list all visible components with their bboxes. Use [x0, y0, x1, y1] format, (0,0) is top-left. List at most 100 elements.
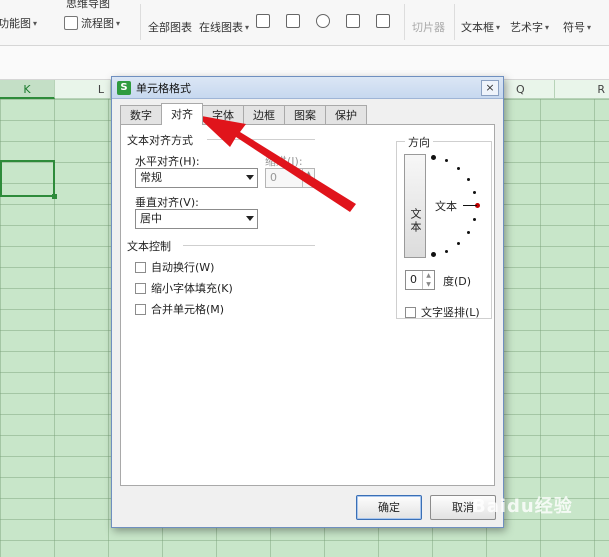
- wordart-button[interactable]: 艺术字 ▾: [510, 14, 549, 40]
- flowchart-icon: [64, 16, 78, 30]
- dial-mark: [445, 159, 448, 162]
- dropdown-arrow-icon: ▾: [587, 22, 592, 32]
- column-header-q[interactable]: Q: [504, 80, 555, 99]
- indent-value: 0: [270, 171, 277, 184]
- merge-cells-checkbox[interactable]: 合并单元格(M): [135, 301, 224, 317]
- vertical-text-label: 文字竖排(L): [421, 306, 480, 319]
- degree-value: 0: [410, 273, 417, 286]
- ok-button[interactable]: 确定: [356, 495, 422, 520]
- checkbox-box[interactable]: [135, 261, 146, 273]
- scatter-chart-icon[interactable]: [346, 14, 360, 28]
- active-cell[interactable]: [0, 160, 57, 199]
- vertical-align-label: 垂直对齐(V):: [135, 196, 199, 209]
- ribbon-separator: [454, 4, 455, 40]
- dial-mark: [467, 178, 470, 181]
- line-chart-icon[interactable]: [256, 14, 270, 28]
- orientation-group: 方向 文本 文本 0 ▲ ▼ 度(D) 文字竖排(L): [396, 134, 492, 320]
- function-chart-button[interactable]: 功能图 ▾: [0, 10, 37, 36]
- dial-mark: [431, 155, 436, 160]
- up-arrow-icon: ▲: [306, 170, 311, 177]
- ribbon-separator: [140, 4, 141, 40]
- indent-label: 缩进(I):: [265, 155, 303, 168]
- horizontal-align-label: 水平对齐(H):: [135, 155, 200, 168]
- wps-app-icon: S: [117, 80, 131, 95]
- wordart-label: 艺术字: [510, 21, 543, 34]
- spinner-arrows[interactable]: ▲ ▼: [422, 271, 434, 289]
- dial-line: [463, 205, 477, 206]
- wrap-text-label: 自动换行(W): [151, 261, 215, 274]
- chevron-down-icon: [246, 216, 254, 221]
- alignment-panel: 文本对齐方式 水平对齐(H): 常规 缩进(I): 0 ▲ ▼ 垂直对齐(V): …: [120, 124, 495, 486]
- column-header-r[interactable]: R: [555, 80, 609, 99]
- vertical-align-select[interactable]: 居中: [135, 209, 258, 229]
- watermark-text: Baidu经验: [472, 496, 573, 517]
- dialog-titlebar[interactable]: S 单元格格式 ×: [112, 77, 503, 99]
- column-label: Q: [516, 83, 525, 96]
- ribbon-separator: [404, 4, 405, 40]
- down-arrow-icon: ▼: [306, 179, 311, 186]
- all-charts-button[interactable]: 全部图表: [148, 14, 192, 40]
- all-charts-label: 全部图表: [148, 21, 192, 34]
- bar-chart-icon[interactable]: [286, 14, 300, 28]
- checkbox-box[interactable]: [135, 282, 146, 294]
- dialog-title: 单元格格式: [136, 81, 191, 95]
- format-cells-dialog: S 单元格格式 × 数字 对齐 字体 边框 图案 保护 文本对齐方式 水平对齐(…: [111, 76, 504, 528]
- dropdown-arrow-icon: ▾: [33, 18, 38, 28]
- divider: [207, 139, 315, 140]
- down-arrow-icon: ▼: [426, 281, 431, 288]
- close-button[interactable]: ×: [481, 80, 499, 96]
- degree-spinner[interactable]: 0 ▲ ▼: [405, 270, 435, 290]
- orientation-dial[interactable]: 文本: [431, 154, 487, 258]
- tab-protection[interactable]: 保护: [325, 105, 367, 125]
- flowchart-label: 流程图: [81, 17, 114, 30]
- slicer-button[interactable]: 切片器: [412, 14, 445, 40]
- shrink-to-fit-label: 缩小字体填充(K): [151, 282, 233, 295]
- horizontal-align-select[interactable]: 常规: [135, 168, 258, 188]
- column-header-k[interactable]: K: [0, 80, 55, 99]
- merge-cells-label: 合并单元格(M): [151, 303, 225, 316]
- tab-font[interactable]: 字体: [202, 105, 244, 125]
- indent-spinner[interactable]: 0 ▲ ▼: [265, 168, 315, 188]
- column-label: R: [597, 83, 605, 96]
- shrink-to-fit-checkbox[interactable]: 缩小字体填充(K): [135, 280, 233, 296]
- dial-mark: [445, 250, 448, 253]
- dropdown-arrow-icon: ▾: [496, 22, 501, 32]
- flowchart-button[interactable]: 流程图 ▾: [64, 10, 120, 36]
- online-charts-button[interactable]: 在线图表 ▾: [199, 14, 249, 40]
- dropdown-arrow-icon: ▾: [116, 18, 121, 28]
- mindmap-button[interactable]: 思维导图: [66, 0, 110, 10]
- dial-mark: [431, 252, 436, 257]
- wrap-text-checkbox[interactable]: 自动换行(W): [135, 259, 214, 275]
- orientation-group-title: 方向: [405, 134, 433, 150]
- column-label: L: [97, 83, 104, 96]
- text-alignment-group-title: 文本对齐方式: [127, 134, 193, 147]
- dial-mark: [473, 191, 476, 194]
- chevron-down-icon: [246, 175, 254, 180]
- tab-border[interactable]: 边框: [243, 105, 285, 125]
- symbol-button[interactable]: 符号 ▾: [563, 14, 591, 40]
- tab-pattern[interactable]: 图案: [284, 105, 326, 125]
- vertical-align-value: 居中: [140, 212, 162, 225]
- vertical-text-button[interactable]: 文本: [404, 154, 426, 258]
- online-charts-label: 在线图表: [199, 21, 243, 34]
- degree-label: 度(D): [443, 275, 472, 288]
- dial-text: 文本: [435, 200, 457, 213]
- column-header-l[interactable]: L: [55, 80, 111, 99]
- textbox-label: 文本框: [461, 21, 494, 34]
- other-chart-icon[interactable]: [376, 14, 390, 28]
- dropdown-arrow-icon: ▾: [245, 22, 250, 32]
- dial-mark: [473, 218, 476, 221]
- tab-alignment[interactable]: 对齐: [161, 103, 203, 125]
- pie-chart-icon[interactable]: [316, 14, 330, 28]
- formula-bar-area: [0, 46, 609, 80]
- textbox-button[interactable]: 文本框 ▾: [461, 14, 500, 40]
- tab-number[interactable]: 数字: [120, 105, 162, 125]
- checkbox-box[interactable]: [405, 306, 416, 318]
- function-chart-label: 功能图: [0, 17, 31, 30]
- vertical-text-checkbox[interactable]: 文字竖排(L): [405, 304, 480, 320]
- checkbox-box[interactable]: [135, 303, 146, 315]
- text-control-group-title: 文本控制: [127, 240, 171, 253]
- spinner-arrows[interactable]: ▲ ▼: [302, 169, 314, 187]
- ribbon-toolbar: 思维导图 功能图 ▾ 流程图 ▾ 全部图表 在线图表 ▾ 切片器 文本框 ▾ 艺术字 ▾ …: [0, 0, 609, 46]
- divider: [183, 245, 315, 246]
